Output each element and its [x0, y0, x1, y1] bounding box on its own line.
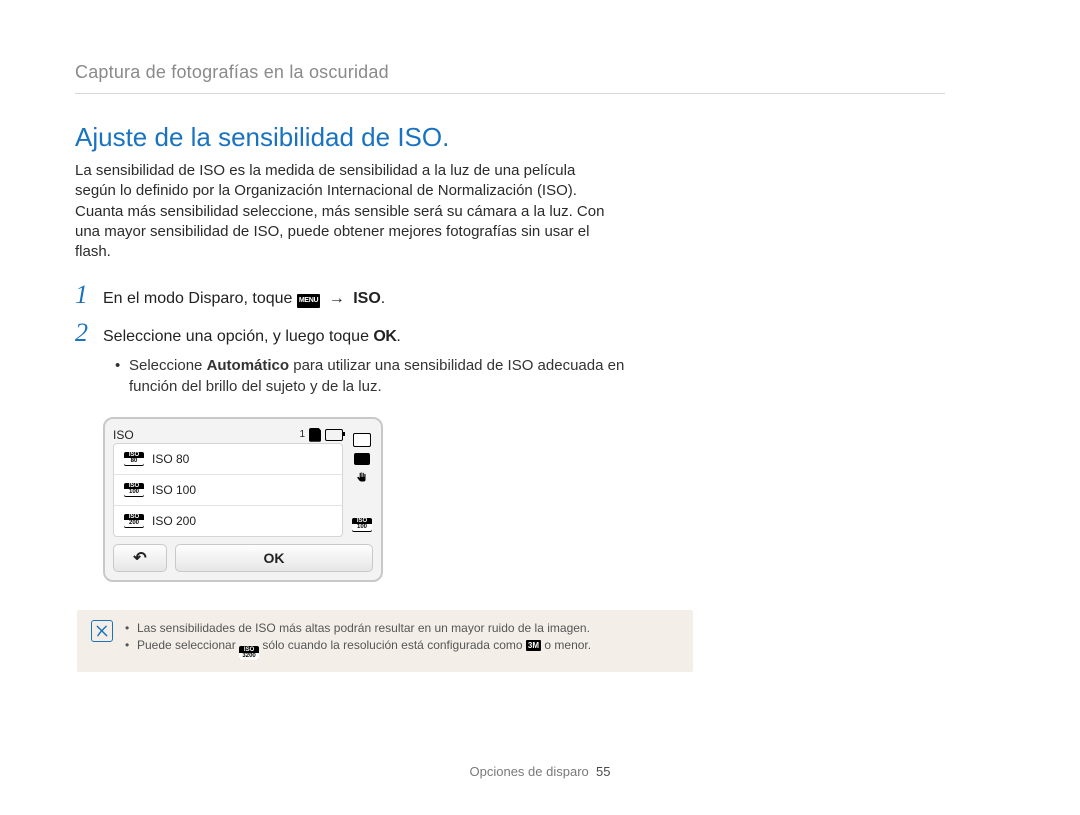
iso-badge-icon: ISO 100: [124, 483, 144, 497]
intro-text: La sensibilidad de ISO es la medida de s…: [75, 161, 605, 262]
bullet-bold: Automático: [207, 357, 290, 374]
iso-option-100[interactable]: ISO 100 ISO 100: [114, 475, 342, 506]
breadcrumb: Captura de fotografías en la oscuridad: [75, 62, 1005, 83]
menu-icon: MENU: [297, 294, 320, 308]
footer: Opciones de disparo 55: [0, 764, 1080, 779]
iso-option-label: ISO 80: [152, 452, 189, 466]
side-icon-2: [354, 453, 370, 465]
step-2-pre: Seleccione una opción, y luego toque: [103, 328, 373, 345]
note-icon: [91, 620, 113, 642]
note-item-1: • Las sensibilidades de ISO más altas po…: [125, 620, 679, 637]
breadcrumb-divider: [75, 93, 945, 94]
battery-icon: [325, 429, 343, 441]
footer-page: 55: [596, 764, 610, 779]
camera-screen-mockup: ISO 1 ISO 80 ISO 80: [103, 417, 383, 582]
section-title: Ajuste de la sensibilidad de ISO.: [75, 122, 1005, 153]
step-1: 1 En el modo Disparo, toque MENU → ISO.: [75, 280, 635, 310]
iso-option-label: ISO 200: [152, 514, 196, 528]
iso-3200-badge-icon: ISO 3200: [239, 646, 259, 660]
back-button[interactable]: ↶: [113, 544, 167, 572]
iso-badge-icon: ISO 200: [124, 514, 144, 528]
iso-option-label: ISO 100: [152, 483, 196, 497]
iso-badge-icon: ISO 80: [124, 452, 144, 466]
step-1-pre: En el modo Disparo, toque: [103, 290, 297, 307]
iso-option-80[interactable]: ISO 80 ISO 80: [114, 444, 342, 475]
iso-options-list: ISO 80 ISO 80 ISO 100 ISO 100: [113, 443, 343, 537]
step-number: 2: [75, 318, 103, 348]
step-2-bullet: • Seleccione Automático para utilizar un…: [115, 356, 655, 397]
iso-option-200[interactable]: ISO 200 ISO 200: [114, 506, 342, 536]
hand-icon: [355, 471, 369, 485]
bullet-pre: Seleccione: [129, 357, 207, 374]
arrow-icon: →: [325, 290, 353, 307]
device-title: ISO: [113, 428, 134, 442]
side-icon-1: [353, 433, 371, 447]
footer-label: Opciones de disparo: [470, 764, 589, 779]
ok-glyph-icon: OK: [373, 328, 396, 345]
device-counter: 1: [299, 429, 305, 440]
step-1-iso: ISO: [353, 290, 381, 307]
note-item-2: • Puede seleccionar ISO 3200 sólo cuando…: [125, 637, 679, 661]
ok-button[interactable]: OK: [175, 544, 373, 572]
memory-card-icon: [309, 428, 321, 442]
step-1-post: .: [381, 290, 385, 307]
step-2-post: .: [396, 328, 400, 345]
three-m-icon: 3M: [526, 640, 541, 651]
step-number: 1: [75, 280, 103, 310]
note-box: • Las sensibilidades de ISO más altas po…: [77, 610, 693, 672]
iso-side-badge-icon: ISO 100: [352, 518, 372, 532]
step-2: 2 Seleccione una opción, y luego toque O…: [75, 318, 635, 348]
